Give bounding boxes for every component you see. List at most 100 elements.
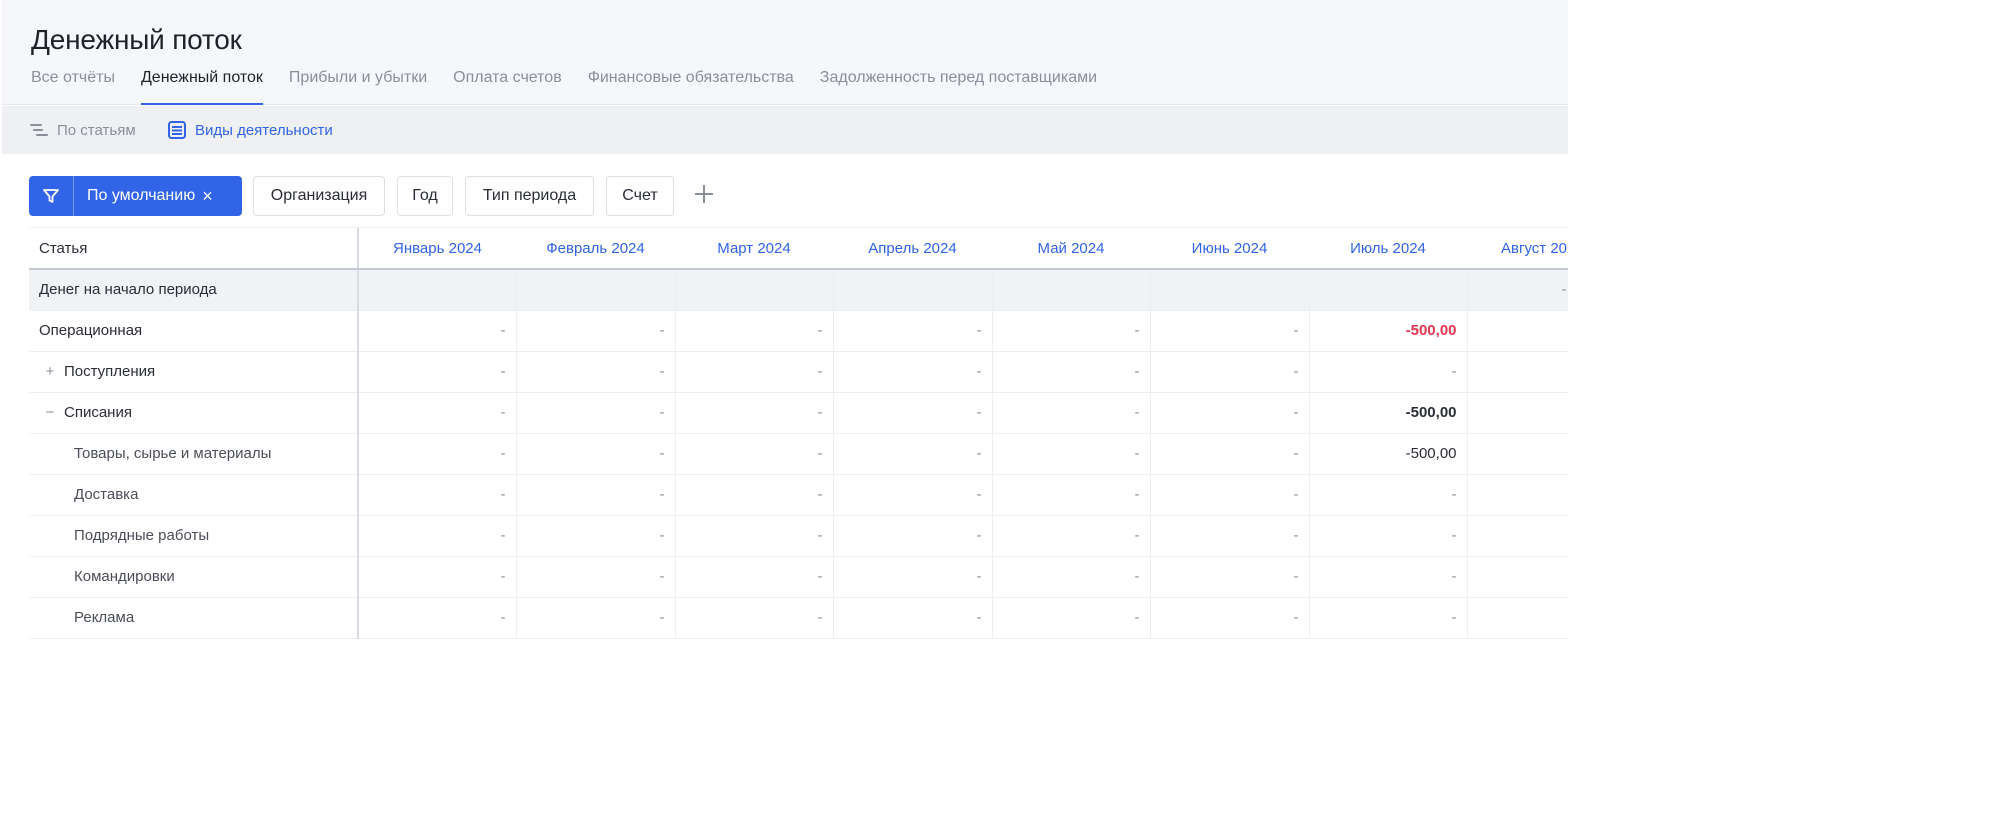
preset-filter-button[interactable]: По умолчанию × [29,176,242,216]
table-cell: - [833,351,993,393]
view-by-activity-button[interactable]: Виды деятельности [167,106,333,154]
column-header-month[interactable]: Май 2024 [992,228,1150,270]
collapse-icon[interactable]: − [44,404,56,421]
column-header-item[interactable]: Статья [29,228,359,270]
table-cell: - [358,310,517,352]
table-cell: - [833,474,993,516]
table-cell: - [675,310,834,352]
column-header-month[interactable]: Февраль 2024 [516,228,675,270]
table-row: Операционная - - - - - - -500,00 [29,310,1568,352]
table-cell: - [833,515,993,557]
table-row: Доставка - - - - - - - [29,474,1568,516]
table-cell: - [516,556,676,598]
row-label-group[interactable]: + Поступления [29,351,359,393]
table-cell: - [358,515,517,557]
table-cell [1467,433,1568,475]
table-cell: - [516,351,676,393]
row-label[interactable]: Операционная [29,310,359,352]
report-header: Денежный поток Все отчёты Денежный поток… [2,0,1568,105]
table-cell: - [358,556,517,598]
table-cell: - [516,474,676,516]
table-row: Командировки - - - - - - - [29,556,1568,598]
row-label: Командировки [29,556,359,598]
table-cell: - [358,474,517,516]
row-label: Подрядные работы [29,515,359,557]
view-by-activity-label: Виды деятельности [195,121,333,139]
filter-organization[interactable]: Организация [253,176,385,216]
table-cell: - [1150,556,1310,598]
table-cell: - [675,474,834,516]
filter-year[interactable]: Год [397,176,453,216]
table-cell [1467,351,1568,393]
table-cell: - [992,556,1151,598]
table-cell: - [516,515,676,557]
close-icon[interactable]: × [202,187,213,205]
table-cell [358,269,517,311]
tab-profit-loss[interactable]: Прибыли и убытки [289,66,427,105]
tab-financial-obligations[interactable]: Финансовые обязательства [588,66,794,105]
table-cell: - [358,433,517,475]
table-cell [1467,556,1568,598]
table-cell: - [1150,433,1310,475]
cash-flow-table: Статья Январь 2024 Февраль 2024 Март 202… [29,227,1568,640]
table-cell: - [358,351,517,393]
table-cell: - [516,433,676,475]
table-row: Товары, сырье и материалы - - - - - - -5… [29,433,1568,475]
expand-icon[interactable]: + [44,363,56,380]
table-cell: - [833,433,993,475]
funnel-icon [29,176,74,216]
table-cell: - [833,556,993,598]
preset-filter-label: По умолчанию [87,187,196,204]
column-header-month[interactable]: Январь 2024 [358,228,516,270]
table-cell [1467,515,1568,557]
table-cell: -500,00 [1309,310,1468,352]
table-cell: - [675,556,834,598]
tab-supplier-debt[interactable]: Задолженность перед поставщиками [820,66,1097,105]
table-cell: - [1150,392,1310,434]
table-cell: - [1309,474,1468,516]
table-cell: - [1150,515,1310,557]
table-cell [992,269,1151,311]
column-header-month[interactable]: Июнь 2024 [1150,228,1309,270]
table-cell: - [675,433,834,475]
table-cell [675,269,834,311]
view-by-items-button[interactable]: По статьям [29,106,136,154]
table-cell [1467,310,1568,352]
table-cell: - [992,597,1151,639]
filter-period-type[interactable]: Тип периода [465,176,594,216]
table-row: Подрядные работы - - - - - - - [29,515,1568,557]
table-cell: - [675,392,834,434]
page-title: Денежный поток [31,24,242,55]
table-cell: - [992,433,1151,475]
view-toggle-bar: По статьям Виды деятельности [2,106,1568,154]
table-cell: - [833,597,993,639]
row-label: Товары, сырье и материалы [29,433,359,475]
tab-invoice-payments[interactable]: Оплата счетов [453,66,562,105]
table-row: − Списания - - - - - - -500,00 [29,392,1568,434]
tab-all-reports[interactable]: Все отчёты [31,66,115,105]
table-cell: - [1309,351,1468,393]
table-header-row: Статья Январь 2024 Февраль 2024 Март 202… [29,228,1568,270]
column-header-month[interactable]: Март 2024 [675,228,833,270]
table-cell: - [516,310,676,352]
row-label: Списания [64,404,132,421]
table-cell: - [1309,597,1468,639]
column-header-month[interactable]: Август 2024 [1467,228,1568,270]
row-label: Денег на начало периода [29,269,359,311]
column-header-month[interactable]: Апрель 2024 [833,228,992,270]
column-header-month[interactable]: Июль 2024 [1309,228,1467,270]
table-cell [1309,269,1468,311]
filter-account[interactable]: Счет [606,176,674,216]
row-label-group[interactable]: − Списания [29,392,359,434]
table-cell: - [1309,556,1468,598]
table-cell: - [675,597,834,639]
table-cell [516,269,676,311]
table-row: Реклама - - - - - - - [29,597,1568,639]
table-cell: - [833,392,993,434]
add-filter-button[interactable] [689,176,719,216]
tab-cash-flow[interactable]: Денежный поток [140,66,263,105]
table-cell: - [516,597,676,639]
table-cell: - [675,351,834,393]
row-label: Поступления [64,363,156,380]
table-row: + Поступления - - - - - - - [29,351,1568,393]
